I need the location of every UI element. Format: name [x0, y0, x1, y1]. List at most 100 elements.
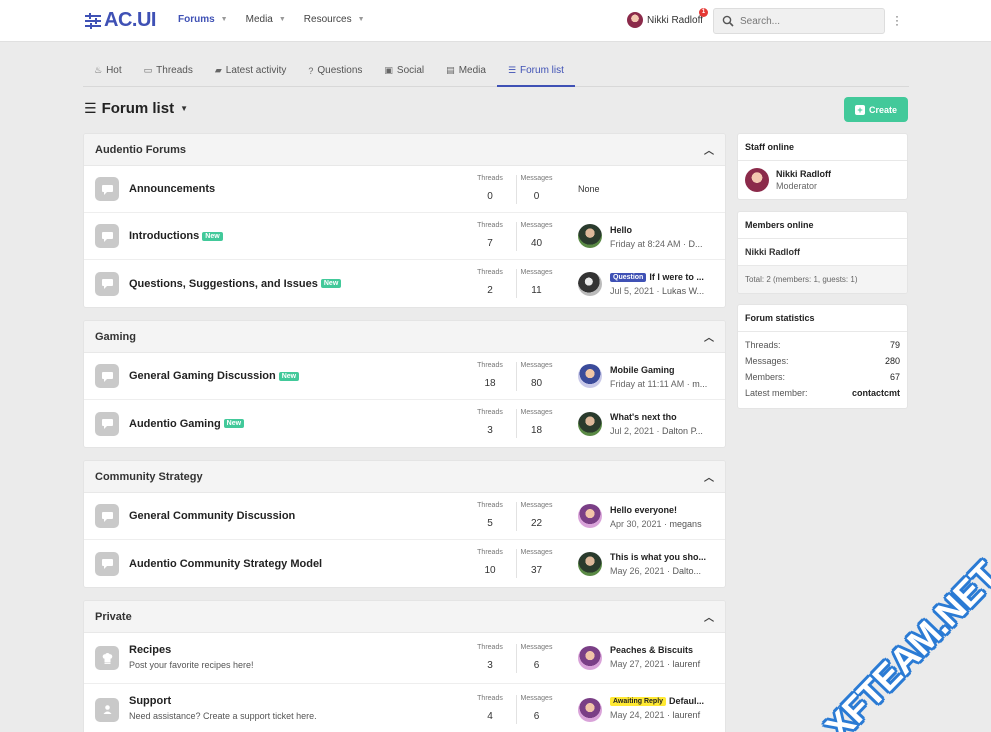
forum-title[interactable]: Introductions New	[129, 230, 223, 242]
forum-title[interactable]: General Community Discussion	[129, 510, 295, 522]
forum-title-text[interactable]: Audentio Gaming	[129, 418, 221, 430]
chevron-up-icon[interactable]: ︿	[704, 609, 714, 624]
tab-latest-activity[interactable]: ▰ Latest activity	[204, 55, 298, 86]
forum-title[interactable]: General Gaming Discussion New	[129, 370, 300, 382]
avatar[interactable]	[578, 646, 602, 670]
latest-thread-text[interactable]: Hello everyone!	[610, 505, 677, 515]
avatar[interactable]	[578, 504, 602, 528]
category-header[interactable]: Audentio Forums ︿	[84, 134, 725, 166]
threads-label: Threads	[477, 409, 503, 416]
forum-row[interactable]: General Community Discussion Threads 5 Me…	[84, 493, 725, 540]
nav-media[interactable]: Media ▼	[246, 14, 286, 25]
forum-title[interactable]: Audentio Gaming New	[129, 418, 245, 430]
chevron-down-icon[interactable]: ▼	[358, 16, 365, 23]
latest-thread-title[interactable]: Peaches & Biscuits	[610, 645, 715, 655]
tab-forum-list[interactable]: ☰ Forum list	[496, 55, 575, 87]
chevron-down-icon[interactable]: ▼	[279, 16, 286, 23]
latest-thread-title[interactable]: Hello everyone!	[610, 505, 715, 515]
forum-title-text[interactable]: Support	[129, 695, 171, 707]
tab-media[interactable]: ▤ Media	[435, 55, 497, 86]
latest-thread-text[interactable]: Hello	[610, 225, 632, 235]
widget-title[interactable]: Members online	[738, 212, 907, 239]
id-card-icon: ▣	[384, 65, 393, 75]
page-title[interactable]: ☰ Forum list ▼	[84, 100, 188, 117]
site-logo[interactable]: AC.UI	[85, 9, 156, 32]
forum-categories: Audentio Forums ︿ Announcements Threads 0…	[83, 133, 726, 732]
forum-title-text[interactable]: Questions, Suggestions, and Issues	[129, 278, 318, 290]
forum-title[interactable]: Audentio Community Strategy Model	[129, 558, 322, 570]
chevron-up-icon[interactable]: ︿	[704, 469, 714, 484]
staff-name[interactable]: Nikki Radloff	[776, 169, 831, 179]
latest-thread-text[interactable]: What's next tho	[610, 412, 677, 422]
messages-value: 40	[530, 237, 543, 249]
avatar[interactable]	[745, 168, 769, 192]
alerts-badge[interactable]: 1	[699, 8, 708, 17]
search-box[interactable]	[713, 8, 885, 34]
user-icon	[95, 697, 119, 722]
forum-title-text[interactable]: Announcements	[129, 183, 215, 195]
chevron-up-icon[interactable]: ︿	[704, 329, 714, 344]
avatar[interactable]	[578, 411, 602, 436]
forum-title-text[interactable]: Audentio Community Strategy Model	[129, 558, 322, 570]
forum-row[interactable]: Questions, Suggestions, and Issues New Th…	[84, 260, 725, 307]
forum-row[interactable]: Audentio Community Strategy Model Thread…	[84, 540, 725, 587]
forum-title-text[interactable]: General Gaming Discussion	[129, 370, 276, 382]
latest-thread-title[interactable]: Question If I were to ...	[610, 272, 715, 282]
latest-user[interactable]: Dalton P...	[662, 426, 703, 436]
forum-row[interactable]: Audentio Gaming New Threads 3 Messages 18 W…	[84, 400, 725, 447]
avatar[interactable]	[578, 364, 602, 388]
latest-user[interactable]: Lukas W...	[662, 286, 704, 296]
forum-title-text[interactable]: Recipes	[129, 644, 171, 656]
nav-resources[interactable]: Resources ▼	[304, 14, 365, 25]
avatar[interactable]	[578, 697, 602, 722]
latest-user[interactable]: laurenf	[673, 710, 701, 720]
more-menu-icon[interactable]: · · ·	[894, 10, 900, 30]
user-menu[interactable]: Nikki Radloff	[627, 12, 703, 28]
forum-row[interactable]: Announcements Threads 0 Messages 0 None	[84, 166, 725, 213]
category-header[interactable]: Gaming ︿	[84, 321, 725, 353]
chevron-up-icon[interactable]: ︿	[704, 142, 714, 157]
latest-thread-text[interactable]: If I were to ...	[649, 272, 704, 282]
avatar[interactable]	[578, 224, 602, 248]
category-header[interactable]: Community Strategy ︿	[84, 461, 725, 493]
latest-user[interactable]: laurenf	[673, 659, 701, 669]
tab-hot[interactable]: ♨ Hot	[83, 55, 133, 86]
tab-questions[interactable]: ? Questions	[297, 55, 373, 86]
tab-threads[interactable]: ▭ Threads	[133, 55, 204, 86]
forum-title[interactable]: Support	[129, 695, 171, 707]
forum-title[interactable]: Questions, Suggestions, and Issues New	[129, 278, 342, 290]
latest-user[interactable]: D...	[689, 239, 703, 249]
latest-thread-text[interactable]: Defaul...	[669, 696, 704, 706]
latest-thread-text[interactable]: This is what you sho...	[610, 552, 706, 562]
forum-comments-icon	[95, 551, 119, 576]
latest-thread-text[interactable]: Mobile Gaming	[610, 365, 675, 375]
latest-thread-text[interactable]: Peaches & Biscuits	[610, 645, 693, 655]
latest-thread-title[interactable]: Mobile Gaming	[610, 365, 715, 375]
search-input[interactable]	[740, 15, 880, 27]
tab-social[interactable]: ▣ Social	[373, 55, 435, 86]
latest-thread-title[interactable]: What's next tho	[610, 412, 715, 422]
category-header[interactable]: Private ︿	[84, 601, 725, 633]
latest-thread-title[interactable]: This is what you sho...	[610, 552, 715, 562]
forum-title[interactable]: Announcements	[129, 183, 215, 195]
latest-user[interactable]: m...	[692, 379, 707, 389]
forum-title-text[interactable]: General Community Discussion	[129, 510, 295, 522]
latest-thread-title[interactable]: Hello	[610, 225, 715, 235]
forum-title[interactable]: Recipes	[129, 644, 171, 656]
create-button[interactable]: + Create	[844, 97, 908, 122]
online-member[interactable]: Nikki Radloff	[738, 239, 907, 266]
nav-forums[interactable]: Forums ▼	[178, 14, 228, 25]
forum-row[interactable]: Recipes Post your favorite recipes here!…	[84, 633, 725, 684]
latest-thread-title[interactable]: Awaiting Reply Defaul...	[610, 696, 715, 706]
forum-row[interactable]: Introductions New Threads 7 Messages 40 Hel…	[84, 213, 725, 260]
stat-value[interactable]: contactcmt	[852, 388, 900, 404]
forum-row[interactable]: Support Need assistance? Create a suppor…	[84, 684, 725, 732]
forum-title-text[interactable]: Introductions	[129, 230, 199, 242]
avatar[interactable]	[578, 271, 602, 296]
widget-title[interactable]: Staff online	[738, 134, 907, 161]
chevron-down-icon[interactable]: ▼	[221, 16, 228, 23]
forum-row[interactable]: General Gaming Discussion New Threads 18 M…	[84, 353, 725, 400]
latest-user[interactable]: megans	[670, 519, 702, 529]
avatar[interactable]	[578, 551, 602, 576]
latest-user[interactable]: Dalto...	[673, 566, 702, 576]
